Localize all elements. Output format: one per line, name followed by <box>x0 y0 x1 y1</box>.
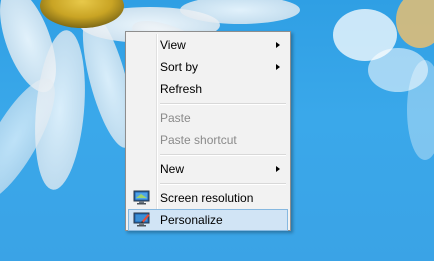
desktop-context-menu: View Sort by Refresh Paste Paste shortcu… <box>125 31 291 231</box>
menu-item-personalize[interactable]: Personalize <box>128 209 288 231</box>
menu-item-label: Personalize <box>160 213 223 227</box>
desktop-background[interactable]: View Sort by Refresh Paste Paste shortcu… <box>0 0 434 261</box>
menu-item-label: View <box>160 38 186 52</box>
menu-item-new[interactable]: New <box>128 158 288 180</box>
personalize-icon <box>133 212 150 227</box>
menu-item-label: Paste <box>160 111 191 125</box>
menu-item-label: New <box>160 162 185 176</box>
menu-separator <box>160 183 286 185</box>
menu-separator <box>160 103 286 105</box>
monitor-icon <box>133 190 150 205</box>
menu-item-label: Paste shortcut <box>160 133 237 147</box>
submenu-arrow-icon <box>276 166 280 172</box>
menu-item-label: Refresh <box>160 82 203 96</box>
menu-item-sort-by[interactable]: Sort by <box>128 56 288 78</box>
submenu-arrow-icon <box>276 64 280 70</box>
menu-item-view[interactable]: View <box>128 34 288 56</box>
menu-separator <box>160 154 286 156</box>
menu-item-label: Screen resolution <box>160 191 254 205</box>
menu-item-paste-shortcut[interactable]: Paste shortcut <box>128 129 288 151</box>
menu-item-label: Sort by <box>160 60 199 74</box>
menu-item-refresh[interactable]: Refresh <box>128 78 288 100</box>
menu-item-paste[interactable]: Paste <box>128 107 288 129</box>
menu-item-screen-resolution[interactable]: Screen resolution <box>128 187 288 209</box>
submenu-arrow-icon <box>276 42 280 48</box>
